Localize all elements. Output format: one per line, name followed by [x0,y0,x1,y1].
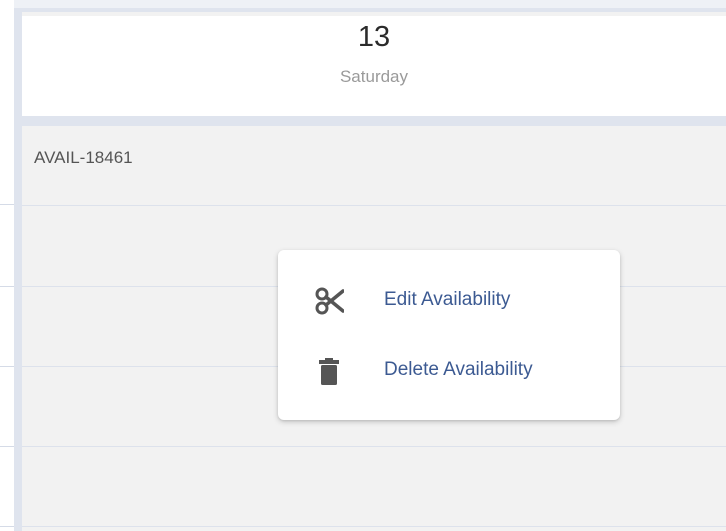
scissors-icon [314,286,345,316]
day-header[interactable]: 13 Saturday [22,16,726,116]
grid-line [22,446,726,447]
header-divider [14,116,726,126]
gutter-tick [0,286,14,287]
delete-availability-menu-item[interactable]: Delete Availability [278,346,620,394]
edit-availability-menu-item[interactable]: Edit Availability [278,276,620,324]
grid-line [22,205,726,206]
gutter-tick [0,204,14,205]
day-weekday: Saturday [339,67,409,86]
edit-availability-label: Edit Availability [384,289,511,310]
delete-availability-label: Delete Availability [384,359,533,380]
context-menu: Edit Availability Delete Availability [278,250,620,420]
gutter-tick [0,526,14,527]
grid-line [22,526,726,527]
time-gutter [0,0,14,531]
gutter-tick [0,446,14,447]
day-number: 13 [357,21,391,53]
availability-event-label[interactable]: AVAIL-18461 [34,149,133,166]
gutter-tick [0,366,14,367]
column-left-border [14,12,22,531]
top-border [0,0,726,12]
calendar-day-view: 13 Saturday AVAIL-18461 Edit Availabilit… [0,0,726,531]
trash-icon [314,356,344,386]
